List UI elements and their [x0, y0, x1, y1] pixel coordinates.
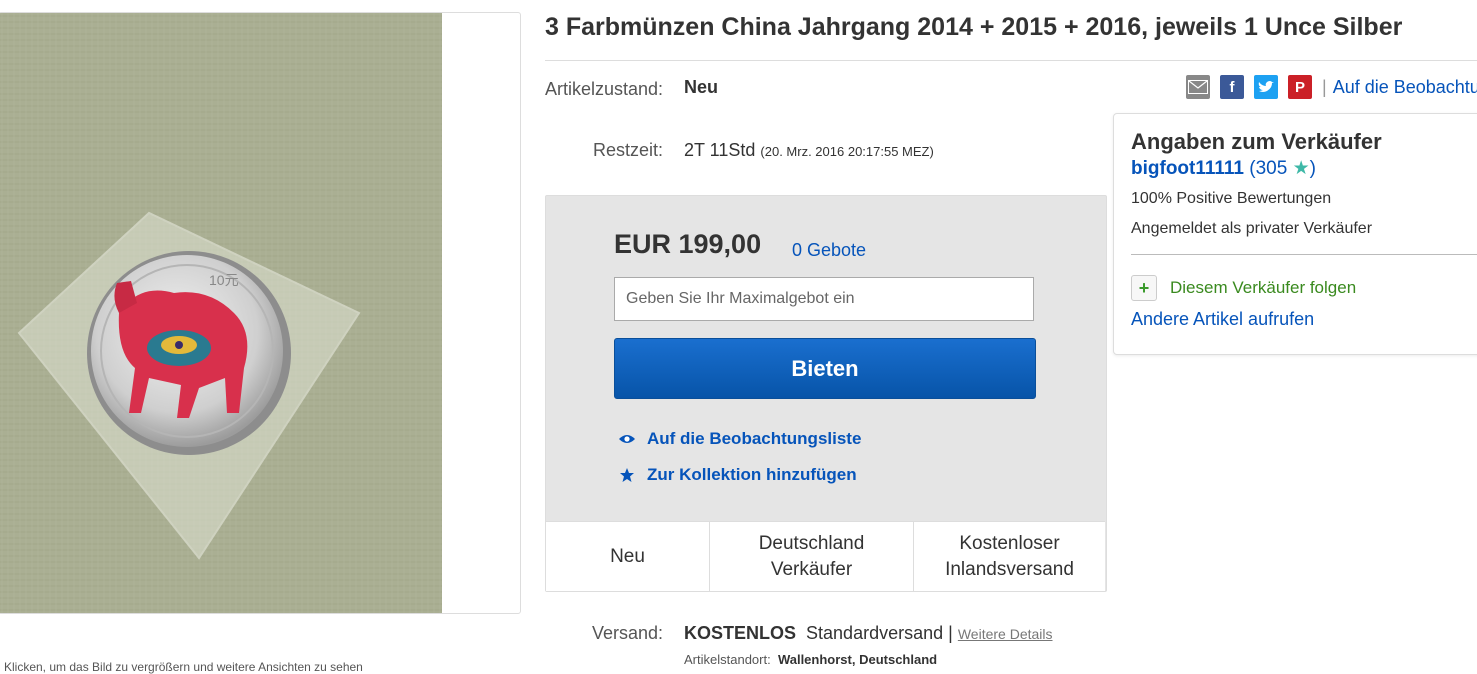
- max-bid-input[interactable]: [614, 277, 1034, 321]
- email-icon[interactable]: [1186, 75, 1210, 99]
- item-location-value: Wallenhorst, Deutschland: [777, 652, 938, 667]
- pinterest-icon[interactable]: P: [1288, 75, 1312, 99]
- svg-text:10元: 10元: [209, 272, 239, 288]
- facebook-icon[interactable]: f: [1220, 75, 1244, 99]
- time-left-label: Restzeit:: [592, 140, 663, 160]
- time-left-duration: 2T 11Std: [684, 140, 756, 160]
- seller-name-link[interactable]: bigfoot11111: [1131, 158, 1244, 179]
- plus-icon: +: [1131, 275, 1157, 301]
- add-to-watchlist-link[interactable]: Auf die Beobachtungsliste: [617, 429, 861, 449]
- add-to-watchlist-label: Auf die Beobachtungsliste: [647, 429, 862, 448]
- add-to-collection-label: Zur Kollektion hinzufügen: [647, 465, 857, 484]
- shipping-separator: |: [948, 623, 953, 643]
- star-icon: [617, 467, 637, 483]
- product-image[interactable]: 10元: [0, 13, 442, 613]
- share-separator: |: [1322, 76, 1327, 97]
- shipping-details-link[interactable]: Weitere Details: [958, 626, 1053, 642]
- current-price: EUR 199,00: [614, 229, 762, 259]
- seller-divider: [1131, 254, 1477, 255]
- item-title: 3 Farbmünzen China Jahrgang 2014 + 2015 …: [545, 13, 1403, 41]
- follow-seller-link[interactable]: + Diesem Verkäufer folgen: [1131, 275, 1356, 301]
- seller-score[interactable]: (305 ★): [1249, 158, 1316, 179]
- seller-score-close: ): [1309, 158, 1316, 179]
- shipping-free: KOSTENLOS: [684, 623, 797, 643]
- seller-star-icon: ★: [1292, 158, 1310, 179]
- watch-link-top[interactable]: Auf die Beobachtungsliste: [1333, 77, 1477, 98]
- item-location-label: Artikelstandort:: [684, 652, 771, 667]
- condition-label: Artikelzustand:: [544, 79, 663, 99]
- other-items-link[interactable]: Andere Artikel aufrufen: [1131, 309, 1314, 330]
- highlight-free-shipping: Kostenloser Inlandsversand: [945, 532, 1074, 580]
- shipping-label: Versand:: [591, 623, 663, 643]
- seller-info-title: Angaben zum Verkäufer: [1131, 129, 1382, 154]
- condition-value: Neu: [684, 77, 719, 97]
- end-time-detail: (20. Mrz. 2016 20:17:55 MEZ): [760, 144, 934, 159]
- item-location: Artikelstandort: Wallenhorst, Deutschlan…: [684, 652, 937, 667]
- share-row: f P | Auf die Beobachtungsliste: [1186, 75, 1477, 99]
- seller-name-row: bigfoot11111 (305 ★): [1131, 157, 1316, 180]
- twitter-icon[interactable]: [1254, 75, 1278, 99]
- title-divider: [545, 60, 1477, 61]
- seller-type: Angemeldet als privater Verkäufer: [1131, 220, 1373, 237]
- follow-seller-label: Diesem Verkäufer folgen: [1170, 278, 1357, 297]
- bid-count-link[interactable]: 0 Gebote: [792, 240, 866, 261]
- time-left-value: 2T 11Std (20. Mrz. 2016 20:17:55 MEZ): [684, 140, 934, 161]
- place-bid-button[interactable]: Bieten: [614, 338, 1036, 399]
- image-caption: Klicken, um das Bild zu vergrößern und w…: [4, 660, 363, 674]
- seller-score-value: 305: [1255, 158, 1288, 179]
- item-highlights: Neu Deutschland Verkäufer Kostenloser In…: [546, 521, 1105, 591]
- highlight-condition: Neu: [546, 522, 710, 591]
- add-to-collection-link[interactable]: Zur Kollektion hinzufügen: [617, 465, 857, 485]
- seller-feedback: 100% Positive Bewertungen: [1131, 190, 1332, 207]
- shipping-value: KOSTENLOS Standardversand | Weitere Deta…: [684, 623, 1053, 644]
- image-panel: 10元: [0, 12, 521, 614]
- highlight-seller-location: Deutschland Verkäufer: [710, 522, 914, 591]
- shipping-method: Standardversand: [806, 623, 944, 643]
- eye-icon: [617, 433, 637, 445]
